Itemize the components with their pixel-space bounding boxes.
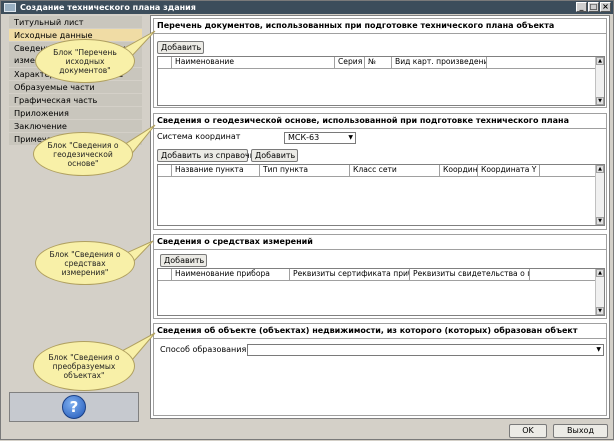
callout-source-docs: Блок "Перечень исходных документов"	[35, 39, 135, 83]
main-window: Создание технического плана здания _ □ ×…	[0, 0, 614, 440]
ok-button[interactable]: OK	[509, 424, 547, 438]
callout-geodetic: Блок "Сведения о геодезической основе"	[33, 132, 133, 176]
callout-objects: Блок "Сведения о преобразуемых объектах"	[33, 341, 135, 391]
exit-button[interactable]: Выход	[553, 424, 608, 438]
callout-instruments: Блок "Сведения о средствах измерения"	[35, 241, 135, 285]
